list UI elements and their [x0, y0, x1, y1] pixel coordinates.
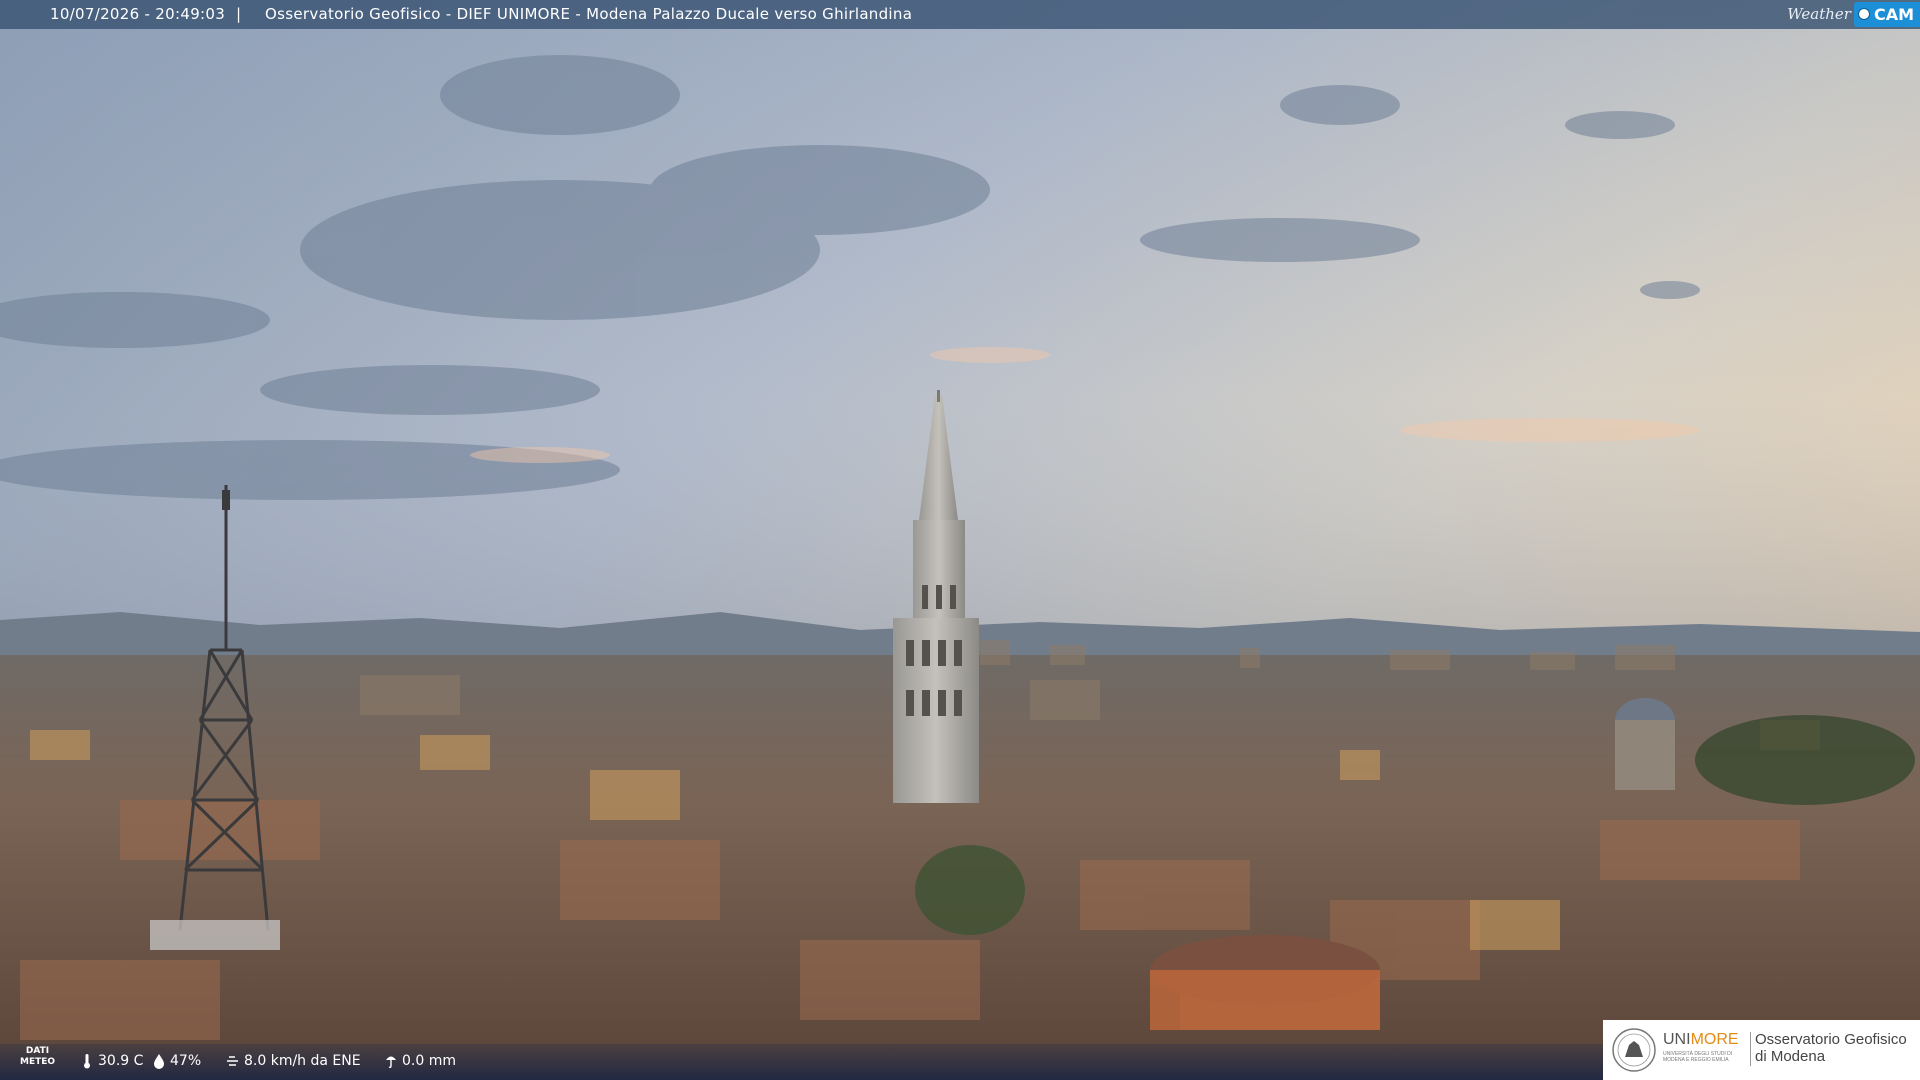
observatory-line2: di Modena	[1755, 1048, 1826, 1065]
temperature-reading: 30.9 C	[80, 1053, 143, 1069]
top-info-bar: 10/07/2026 - 20:49:03 | Osservatorio Geo…	[0, 0, 1920, 29]
observatory-line1: Osservatorio Geofisico	[1755, 1031, 1907, 1048]
header-separator: |	[236, 5, 242, 23]
branding-divider	[1750, 1032, 1751, 1066]
camera-title: Osservatorio Geofisico - DIEF UNIMORE - …	[265, 5, 913, 23]
unimore-subtitle: UNIVERSITÀ DEGLI STUDI DI MODENA E REGGI…	[1663, 1051, 1733, 1063]
unimore-branding: UNIMORE UNIVERSITÀ DEGLI STUDI DI MODENA…	[1603, 1020, 1920, 1080]
weathercam-cam-text: CAM	[1873, 5, 1914, 24]
weathercam-logo-text: Weather	[1787, 5, 1851, 23]
wind-reading: 8.0 km/h da ENE	[226, 1053, 361, 1069]
unimore-suffix: MORE	[1690, 1031, 1739, 1048]
observatory-name: Osservatorio Geofisico di Modena	[1755, 1031, 1907, 1065]
weather-data-label: DATI METEO	[20, 1046, 55, 1068]
weathercam-cam-badge: CAM	[1853, 2, 1920, 27]
rain-reading: 0.0 mm	[384, 1053, 456, 1069]
wind-value: 8.0 km/h da ENE	[244, 1053, 361, 1069]
unimore-logo-text: UNIMORE	[1663, 1031, 1739, 1049]
unimore-prefix: UNI	[1663, 1031, 1691, 1048]
wind-icon	[227, 1056, 238, 1066]
thermometer-icon	[84, 1054, 90, 1069]
droplet-icon	[154, 1054, 164, 1069]
weather-label-line1: DATI	[25, 1046, 50, 1056]
rain-value: 0.0 mm	[402, 1053, 456, 1069]
weather-label-line2: METEO	[20, 1057, 56, 1067]
weathercam-logo: Weather CAM	[1787, 0, 1920, 29]
humidity-value: 47%	[170, 1053, 202, 1069]
rain-icon	[386, 1056, 396, 1069]
temperature-value: 30.9 C	[98, 1053, 144, 1069]
humidity-reading: 47%	[152, 1053, 201, 1069]
capture-datetime: 10/07/2026 - 20:49:03	[50, 5, 226, 23]
university-seal-icon	[1612, 1028, 1656, 1072]
camera-eye-icon	[1857, 8, 1870, 20]
webcam-image	[0, 0, 1920, 1080]
